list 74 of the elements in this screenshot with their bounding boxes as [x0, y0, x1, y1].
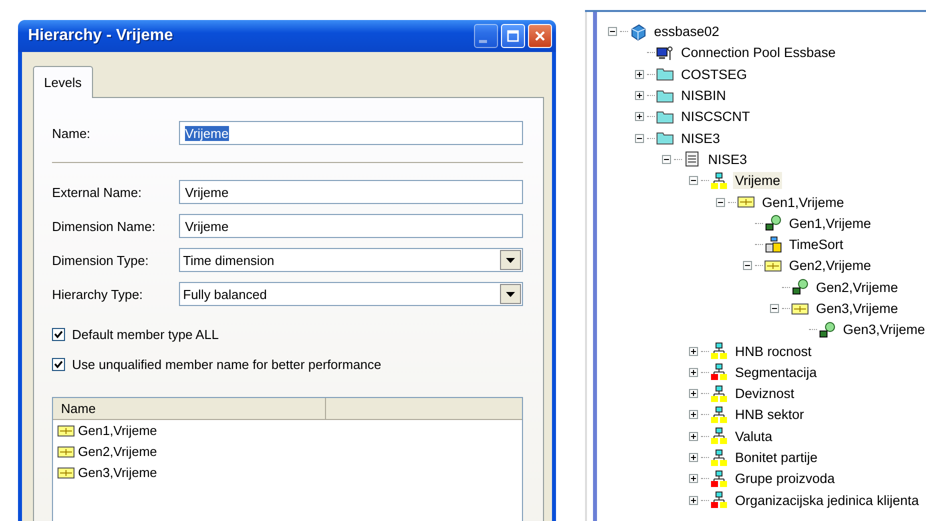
expand-toggle[interactable]: [689, 389, 698, 398]
maximize-icon: [506, 29, 520, 43]
close-icon: [533, 29, 547, 43]
list-item[interactable]: Gen2,Vrijeme: [78, 444, 157, 459]
checkbox[interactable]: [52, 358, 65, 370]
field-label: External Name:: [52, 184, 143, 200]
tree-item[interactable]: Bonitet partije: [733, 449, 820, 466]
sort-icon: [764, 236, 782, 254]
tree-item[interactable]: Vrijeme: [733, 172, 782, 190]
collapse-toggle[interactable]: [743, 261, 752, 270]
expand-toggle[interactable]: [635, 91, 644, 100]
tree-item[interactable]: Segmentacija: [733, 364, 819, 381]
field-value: Vrijeme: [185, 126, 229, 140]
server-icon: [629, 22, 647, 41]
checkbox[interactable]: [52, 328, 65, 340]
tree-item[interactable]: Gen2,Vrijeme: [814, 278, 900, 296]
connection-icon: [656, 44, 674, 62]
expand-toggle[interactable]: [689, 432, 698, 441]
dropdown[interactable]: Fully balanced: [179, 282, 523, 306]
tree-item[interactable]: Gen3,Vrijeme: [841, 321, 926, 338]
expand-toggle[interactable]: [635, 70, 644, 79]
tree-item[interactable]: Grupe proizvoda: [733, 470, 837, 488]
list-item[interactable]: Gen3,Vrijeme: [78, 465, 157, 480]
database-icon: [683, 150, 701, 168]
field-label: Dimension Name:: [52, 218, 156, 234]
tree-item[interactable]: NISBIN: [679, 87, 728, 104]
expand-toggle[interactable]: [689, 496, 698, 505]
list-item[interactable]: Gen1,Vrijeme: [78, 423, 157, 438]
tree-item[interactable]: essbase02: [652, 23, 722, 40]
expand-toggle[interactable]: [689, 410, 698, 420]
close-button[interactable]: [528, 24, 552, 48]
name-field[interactable]: Vrijeme: [179, 121, 523, 145]
expand-toggle[interactable]: [689, 474, 698, 484]
tree-item[interactable]: COSTSEG: [679, 66, 750, 83]
expand-toggle[interactable]: [635, 112, 644, 122]
window-title: Hierarchy - Vrijeme: [27, 27, 174, 45]
collapse-toggle[interactable]: [635, 134, 644, 143]
maximize-button[interactable]: [501, 24, 525, 48]
field-label: Name:: [52, 126, 92, 140]
text-field[interactable]: Vrijeme: [179, 180, 523, 204]
tree-item[interactable]: Organizacijska jedinica klijenta: [733, 492, 921, 509]
expand-toggle[interactable]: [689, 453, 698, 462]
tree-item[interactable]: Connection Pool Essbase: [679, 44, 838, 62]
tree-item[interactable]: TimeSort: [787, 236, 846, 254]
tree-item[interactable]: NISE3: [706, 150, 750, 168]
tree-item[interactable]: NISE3: [679, 130, 722, 147]
dropdown[interactable]: Time dimension: [179, 248, 523, 272]
tree-item[interactable]: Gen2,Vrijeme: [787, 257, 874, 274]
key-icon: [791, 278, 809, 296]
collapse-toggle[interactable]: [662, 154, 671, 164]
field-label: Dimension Type:: [52, 252, 150, 268]
collapse-toggle[interactable]: [770, 304, 779, 313]
collapse-toggle[interactable]: [716, 198, 725, 207]
collapse-toggle[interactable]: [689, 176, 698, 186]
key-icon: [764, 214, 782, 232]
checkbox-label: Use unqualified member name for better performance: [72, 356, 382, 372]
collapse-toggle[interactable]: [608, 27, 617, 36]
tree-item[interactable]: Gen1,Vrijeme: [760, 194, 846, 211]
text-field[interactable]: Vrijeme: [179, 214, 523, 238]
tree-item[interactable]: HNB rocnost: [733, 342, 814, 360]
expand-toggle[interactable]: [689, 346, 698, 356]
field-label: Hierarchy Type:: [52, 286, 144, 302]
tree-item[interactable]: NISCSCNT: [679, 108, 752, 126]
tree-item[interactable]: Valuta: [733, 428, 774, 445]
tree-item[interactable]: HNB sektor: [733, 406, 806, 424]
tree-item[interactable]: Gen1,Vrijeme: [787, 214, 874, 232]
tree-item[interactable]: Gen3,Vrijeme: [814, 300, 900, 317]
splitter-bar[interactable]: [585, 12, 597, 521]
tree-item[interactable]: Deviznost: [733, 385, 796, 402]
checkbox-label: Default member type ALL: [72, 326, 219, 342]
expand-toggle[interactable]: [689, 368, 698, 377]
minimize-icon: [479, 40, 487, 42]
tab[interactable]: Levels: [33, 66, 93, 98]
key-icon: [818, 320, 836, 339]
